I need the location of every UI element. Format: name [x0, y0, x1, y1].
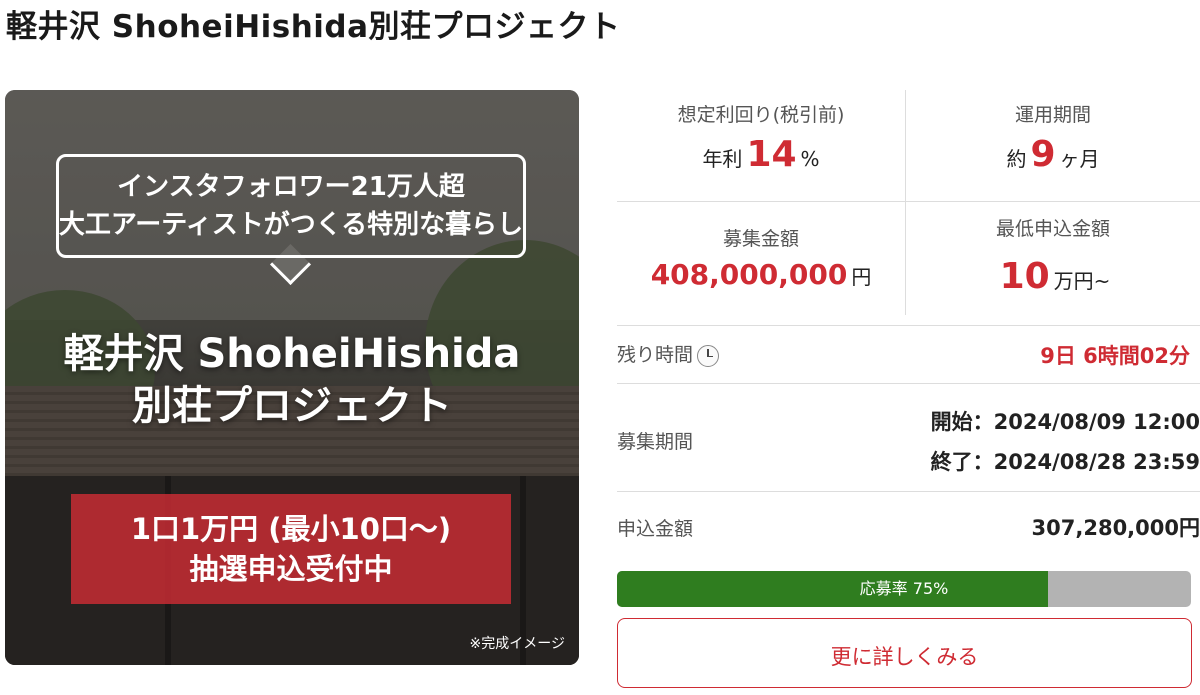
stat-value: 年利 14% — [617, 134, 905, 175]
banner-line: 抽選申込受付中 — [189, 552, 393, 586]
stat-number: 408,000,000 — [650, 258, 848, 291]
divider — [617, 325, 1200, 326]
hero-title: 軽井沢 ShoheiHishida 別荘プロジェクト — [5, 328, 579, 432]
stat-value: 10 万円~ — [906, 256, 1200, 297]
row-label: 残り時間 — [617, 340, 720, 367]
application-progress-bar: 応募率 75% — [617, 571, 1191, 607]
stat-prefix: 約 — [1006, 147, 1027, 171]
hero-title-line: 別荘プロジェクト — [132, 383, 452, 429]
stat-number: 9 — [1030, 134, 1056, 175]
hero-title-line: 軽井沢 ShoheiHishida — [63, 331, 521, 377]
bubble-line: インスタフォロワー21万人超 — [117, 172, 465, 202]
recruitment-label: 募集期間 — [617, 431, 694, 453]
bubble-line: 大工アーティストがつくる特別な暮らし — [58, 210, 524, 240]
recruitment-end: 終了：2024/08/28 23:59 — [930, 450, 1200, 474]
stat-unit: 円 — [851, 265, 872, 289]
stat-unit: 万円~ — [1053, 269, 1111, 293]
see-more-button[interactable]: 更に詳しくみる — [617, 618, 1192, 688]
remaining-label: 残り時間 — [617, 344, 694, 366]
applied-amount-value: 307,280,000円 — [1031, 516, 1200, 540]
stat-prefix: 年利 — [702, 147, 743, 171]
stat-value: 約 9 ヶ月 — [906, 134, 1200, 175]
stat-period: 運用期間 約 9 ヶ月 — [906, 102, 1200, 175]
divider — [617, 201, 1200, 202]
lottery-banner: 1口1万円 (最小10口〜) 抽選申込受付中 — [71, 494, 511, 604]
stat-label: 想定利回り(税引前) — [677, 104, 845, 126]
applied-amount-row: 申込金額 307,280,000円 — [617, 510, 1200, 544]
page-title: 軽井沢 ShoheiHishida別荘プロジェクト — [6, 9, 621, 45]
recruitment-start: 開始：2024/08/09 12:00 — [930, 410, 1200, 434]
stat-number: 10 — [999, 256, 1050, 297]
stats-grid: 想定利回り(税引前) 年利 14% 運用期間 約 9 ヶ月 募集金額 408,000,… — [617, 90, 1200, 315]
stat-number: 14 — [746, 134, 797, 175]
recruitment-period-row: 募集期間 開始：2024/08/09 12:00 終了：2024/08/28 2… — [617, 394, 1200, 484]
applied-label: 申込金額 — [617, 518, 694, 540]
clock-icon — [697, 344, 720, 367]
divider — [617, 383, 1200, 384]
stat-yield: 想定利回り(税引前) 年利 14% — [617, 102, 905, 175]
stat-label: 最低申込金額 — [995, 218, 1110, 240]
stat-label: 運用期間 — [1014, 104, 1091, 126]
stat-label: 募集金額 — [722, 228, 799, 250]
progress-text: 応募率 75% — [859, 579, 949, 598]
stat-amount: 募集金額 408,000,000 円 — [617, 226, 905, 291]
speech-bubble: インスタフォロワー21万人超 大工アーティストがつくる特別な暮らし — [56, 154, 526, 258]
stat-unit: ヶ月 — [1059, 147, 1100, 171]
remaining-time-row: 残り時間 9日 6時間02分 — [617, 338, 1200, 368]
divider — [617, 491, 1200, 492]
stat-minimum: 最低申込金額 10 万円~ — [906, 216, 1200, 297]
image-caption: ※完成イメージ — [469, 636, 565, 652]
project-hero-image[interactable]: インスタフォロワー21万人超 大工アーティストがつくる特別な暮らし 軽井沢 Sh… — [5, 90, 579, 665]
remaining-time-value: 9日 6時間02分 — [1040, 344, 1190, 368]
banner-line: 1口1万円 (最小10口〜) — [130, 512, 452, 546]
stat-unit: % — [800, 147, 820, 171]
stat-value: 408,000,000 円 — [617, 258, 905, 291]
